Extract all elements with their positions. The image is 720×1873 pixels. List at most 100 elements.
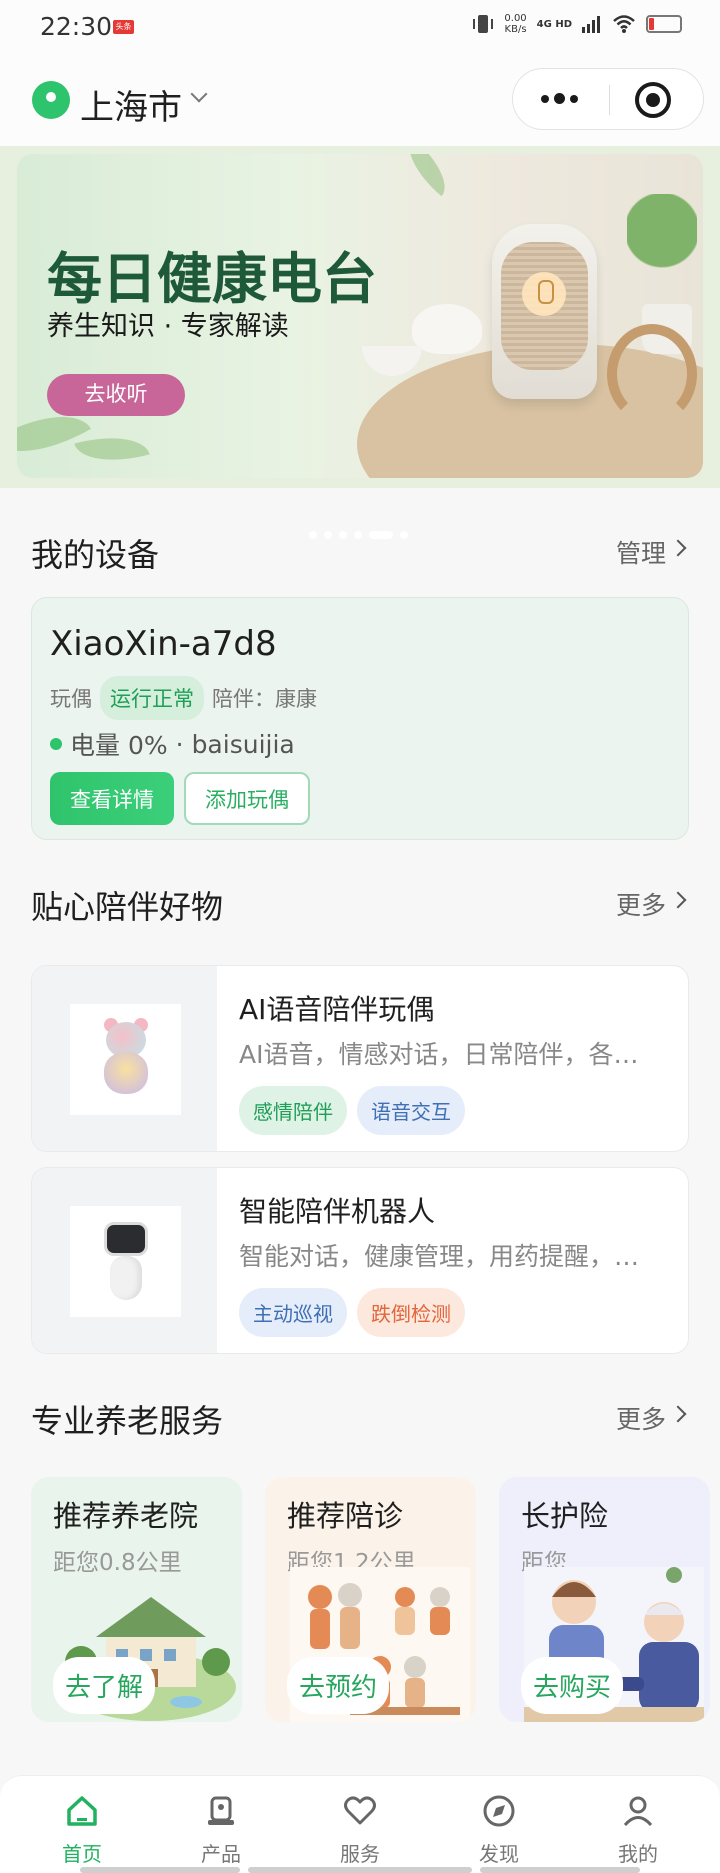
net-speed-unit: KB/s <box>504 24 527 35</box>
compass-icon <box>483 1795 515 1827</box>
chevron-right-icon[interactable] <box>669 891 687 909</box>
product-card[interactable]: 智能陪伴机器人 智能对话，健康管理，用药提醒，… 主动巡视 跌倒检测 <box>31 1167 689 1354</box>
product-tag: 感情陪伴 <box>239 1086 347 1135</box>
book-button[interactable]: 去预约 <box>287 1657 390 1714</box>
heart-icon <box>344 1796 376 1825</box>
leaf-decoration <box>395 154 459 197</box>
product-thumbnail <box>32 966 217 1151</box>
cup-illustration <box>362 346 422 376</box>
more-link[interactable]: 更多 <box>616 1400 666 1436</box>
tab-label: 产品 <box>201 1842 241 1866</box>
buy-button[interactable]: 去购买 <box>521 1657 624 1714</box>
device-user: baisuijia <box>191 729 295 759</box>
product-tag: 跌倒检测 <box>357 1288 465 1337</box>
chevron-right-icon[interactable] <box>669 1405 687 1423</box>
status-icons: 0.00 KB/s 4G HD <box>472 13 682 35</box>
banner-carousel[interactable]: 每日健康电台 养生知识 · 专家解读 去收听 <box>0 146 720 539</box>
tab-product[interactable]: 产品 <box>171 1794 271 1872</box>
battery-level: 电量 0% <box>70 731 168 760</box>
home-indicator <box>80 1867 240 1873</box>
product-card[interactable]: AI语音陪伴玩偶 AI语音，情感对话，日常陪伴，各… 感情陪伴 语音交互 <box>31 965 689 1152</box>
status-time: 22:30 <box>40 12 113 41</box>
banner-title: 每日健康电台 <box>47 246 378 311</box>
bottom-tab-bar: 首页 产品 服务 发现 我的 <box>0 1775 720 1873</box>
devices-section-header: 我的设备 管理 <box>0 520 720 580</box>
location-pin-icon[interactable] <box>32 81 70 119</box>
banner-slide[interactable]: 每日健康电台 养生知识 · 专家解读 去收听 <box>17 154 703 478</box>
chevron-down-icon[interactable] <box>190 85 208 103</box>
tab-mine[interactable]: 我的 <box>588 1794 688 1872</box>
device-name: XiaoXin-a7d8 <box>50 624 277 664</box>
teddy-bear-illustration <box>98 1018 154 1094</box>
product-title: AI语音陪伴玩偶 <box>239 993 435 1026</box>
home-indicator <box>480 1867 640 1873</box>
tab-label: 我的 <box>618 1842 658 1866</box>
battery-icon <box>646 15 682 33</box>
status-badge: 运行正常 <box>100 676 204 720</box>
product-title: 智能陪伴机器人 <box>239 1195 436 1228</box>
tab-label: 发现 <box>479 1842 519 1866</box>
device-power: 电量 0% · baisuijia <box>50 726 295 762</box>
vibrate-icon <box>473 15 494 33</box>
net-speed-value: 0.00 <box>504 13 527 24</box>
device-meta: 玩偶 运行正常 陪伴：康康 <box>50 676 317 720</box>
home-icon <box>67 1796 97 1826</box>
net-speed: 0.00 KB/s <box>504 13 526 35</box>
products-section-header: 贴心陪伴好物 更多 <box>0 872 720 932</box>
online-dot-icon <box>50 738 62 750</box>
product-tag: 语音交互 <box>357 1086 465 1135</box>
add-toy-button[interactable]: 添加玩偶 <box>184 772 310 825</box>
leaf-decoration <box>74 425 150 473</box>
location-header: 上海市 <box>0 58 720 146</box>
microphone-icon <box>522 272 566 316</box>
manage-link[interactable]: 管理 <box>616 534 666 570</box>
listen-button[interactable]: 去收听 <box>47 374 185 416</box>
tab-discover[interactable]: 发现 <box>449 1794 549 1872</box>
close-target-icon[interactable] <box>635 82 671 118</box>
learn-more-button[interactable]: 去了解 <box>53 1657 156 1714</box>
tab-label: 服务 <box>340 1842 380 1866</box>
product-thumbnail <box>32 1168 217 1353</box>
service-card[interactable]: 长护险 距您 去购买 <box>499 1477 710 1722</box>
news-badge: 头条 <box>113 20 134 34</box>
headphone-illustration <box>607 324 697 424</box>
wifi-icon <box>613 15 635 33</box>
product-tag: 主动巡视 <box>239 1288 347 1337</box>
user-icon <box>623 1796 653 1827</box>
robot-illustration <box>98 1222 154 1302</box>
capsule-divider <box>609 85 610 115</box>
section-title: 专业养老服务 <box>31 1402 224 1440</box>
signal-icon <box>582 16 600 33</box>
services-scroller[interactable]: 推荐养老院 距您0.8公里 去了解 推荐陪诊 距您1.2公里 去预约 长护险 距… <box>31 1477 720 1722</box>
more-link[interactable]: 更多 <box>616 886 666 922</box>
view-details-button[interactable]: 查看详情 <box>50 772 174 825</box>
service-card[interactable]: 推荐陪诊 距您1.2公里 去预约 <box>265 1477 476 1722</box>
service-title: 推荐养老院 <box>53 1499 199 1533</box>
home-indicator <box>248 1867 472 1873</box>
product-image <box>70 1206 181 1317</box>
city-selector[interactable]: 上海市 <box>80 80 182 129</box>
status-bar: 22:30 头条 0.00 KB/s 4G HD <box>0 0 720 58</box>
teapot-illustration <box>412 304 482 354</box>
more-icon[interactable] <box>541 93 578 104</box>
tab-home[interactable]: 首页 <box>32 1794 132 1872</box>
miniprogram-capsule <box>512 68 704 130</box>
separator: · <box>175 729 184 759</box>
section-title: 贴心陪伴好物 <box>31 888 224 926</box>
services-section-header: 专业养老服务 更多 <box>0 1386 720 1446</box>
product-tags: 感情陪伴 语音交互 <box>239 1086 465 1135</box>
tab-label: 首页 <box>62 1842 102 1866</box>
companion-name: 陪伴：康康 <box>212 687 317 711</box>
product-image <box>70 1004 181 1115</box>
device-type: 玩偶 <box>50 687 92 711</box>
plant-illustration <box>627 194 697 314</box>
product-description: AI语音，情感对话，日常陪伴，各… <box>239 1040 639 1069</box>
product-icon <box>208 1796 234 1825</box>
section-title: 我的设备 <box>31 536 160 574</box>
service-card[interactable]: 推荐养老院 距您0.8公里 去了解 <box>31 1477 242 1722</box>
product-tags: 主动巡视 跌倒检测 <box>239 1288 465 1337</box>
device-card[interactable]: XiaoXin-a7d8 玩偶 运行正常 陪伴：康康 电量 0% · baisu… <box>31 597 689 840</box>
tab-service[interactable]: 服务 <box>310 1794 410 1872</box>
product-description: 智能对话，健康管理，用药提醒，… <box>239 1242 640 1271</box>
chevron-right-icon[interactable] <box>669 539 687 557</box>
